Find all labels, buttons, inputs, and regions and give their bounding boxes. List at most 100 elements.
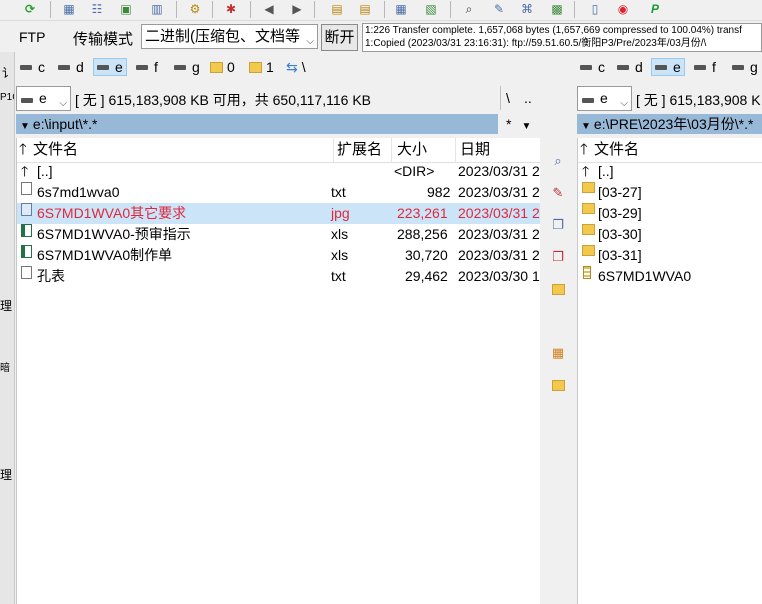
disconnect-button[interactable]: 断开 xyxy=(321,24,358,51)
file-ext: jpg xyxy=(331,205,350,221)
table-row[interactable]: 🡑 [..] xyxy=(578,161,762,182)
column-divider xyxy=(455,138,456,162)
select-icon[interactable]: ⚙ xyxy=(184,0,206,18)
file-date: 2023/03/31 2 xyxy=(458,205,540,221)
root-button[interactable]: \ xyxy=(506,90,510,106)
tree-icon[interactable]: ☷ xyxy=(86,0,108,18)
background-window-edge: 讠 P1C 理 暗 理 xyxy=(0,52,15,604)
parent-button[interactable]: .. xyxy=(524,90,532,106)
column-ext[interactable]: 扩展名 xyxy=(337,138,382,162)
chevron-down-icon: ▼ xyxy=(20,121,30,132)
column-size[interactable]: 大小 xyxy=(397,138,427,162)
table-row[interactable]: [03-27] xyxy=(578,182,762,203)
folder-icon xyxy=(551,283,565,295)
column-date[interactable]: 日期 xyxy=(460,138,490,162)
chevron-down-icon: ⌵ xyxy=(620,98,628,109)
table-row[interactable]: 6S7MD1WVA0-预审指示 xls 288,256 2023/03/31 2 xyxy=(17,224,540,245)
right-drive-button-g[interactable]: g xyxy=(732,58,758,76)
column-divider xyxy=(391,138,392,162)
file-name: 6S7MD1WVA0其它要求 xyxy=(37,205,187,221)
table-row[interactable]: 6S7MD1WVA0 xyxy=(578,266,762,287)
bookmark-icon[interactable]: ✱ xyxy=(220,0,242,18)
table-row[interactable]: 6s7md1wva0 txt 982 2023/03/31 2 xyxy=(17,182,540,203)
ftp-log[interactable]: 1:226 Transfer complete. 1,657,068 bytes… xyxy=(362,23,762,52)
pack-icon[interactable]: ▦ xyxy=(549,344,567,362)
file-size: 223,261 xyxy=(397,205,448,221)
new-folder-plus-icon[interactable] xyxy=(549,376,567,394)
drive-button-d[interactable]: d xyxy=(58,58,84,76)
text-file-icon xyxy=(21,182,32,195)
chevron-down-icon: ⌵ xyxy=(304,30,314,48)
network-icon[interactable]: ⌘ xyxy=(516,0,538,18)
copy-icon[interactable]: ❐ xyxy=(549,216,567,234)
log-line: 1:226 Transfer complete. 1,657,068 bytes… xyxy=(365,25,742,36)
move-icon[interactable]: ❐ xyxy=(549,248,567,266)
excel-file-icon xyxy=(21,224,32,237)
left-path-bar[interactable]: ▼ e:\input\*.* xyxy=(16,114,498,134)
column-name[interactable]: 文件名 xyxy=(594,138,639,162)
right-drive-button-e[interactable]: e xyxy=(651,58,685,76)
parking-icon[interactable]: P xyxy=(644,0,666,18)
table-row[interactable]: 🡑 [..] <DIR> 2023/03/31 2 xyxy=(17,161,540,182)
compare-icon[interactable]: ▦ xyxy=(390,0,412,18)
notepad-icon[interactable]: ▩ xyxy=(546,0,568,18)
drive-button-0[interactable]: 0 xyxy=(210,58,235,76)
drive-button-g[interactable]: g xyxy=(174,58,200,76)
file-name: [..] xyxy=(37,163,53,179)
left-file-panel[interactable]: 🡑 文件名 扩展名 大小 日期 🡑 [..] <DIR> 2023/03/31 … xyxy=(16,138,540,604)
chrome-icon[interactable]: ◉ xyxy=(612,0,634,18)
file-name: 6S7MD1WVA0 xyxy=(598,268,692,284)
multi-rename-icon[interactable]: ✎ xyxy=(488,0,510,18)
copy-icon[interactable]: ▯ xyxy=(584,0,606,18)
right-drive-button-f[interactable]: f xyxy=(694,58,716,76)
edit-icon[interactable]: ✎ xyxy=(549,184,567,202)
table-row[interactable]: [03-29] xyxy=(578,203,762,224)
refresh-icon[interactable]: ⟳ xyxy=(19,0,41,18)
table-row[interactable]: 孔表 txt 29,462 2023/03/30 1 xyxy=(17,266,540,287)
table-row[interactable]: [03-31] xyxy=(578,245,762,266)
column-divider xyxy=(333,138,334,162)
table-row[interactable]: [03-30] xyxy=(578,224,762,245)
right-drive-button-c[interactable]: c xyxy=(580,58,605,76)
table-row-selected[interactable]: 6S7MD1WVA0其它要求 jpg 223,261 2023/03/31 2 xyxy=(17,203,540,224)
left-drive-select[interactable]: e ⌵ xyxy=(16,86,71,111)
unpack-icon[interactable]: ▤ xyxy=(354,0,376,18)
drive-button-f[interactable]: f xyxy=(136,58,158,76)
pack-icon[interactable]: ▤ xyxy=(326,0,348,18)
file-ext: xls xyxy=(331,226,349,242)
right-drive-button-d[interactable]: d xyxy=(617,58,643,76)
toolbar-separator xyxy=(212,1,213,18)
filter-button[interactable]: * ▼ xyxy=(506,116,531,132)
drive-button-e[interactable]: e xyxy=(93,58,127,76)
find-icon[interactable]: ⌕ xyxy=(458,0,480,18)
chevron-down-icon: ▼ xyxy=(521,121,532,132)
right-file-panel[interactable]: 🡑 文件名 🡑 [..] [03-27] [03-29] [03-30] [03… xyxy=(577,138,762,604)
folder-icon xyxy=(551,379,565,391)
folder-compare-icon[interactable]: ▥ xyxy=(146,0,168,18)
new-folder-icon[interactable] xyxy=(549,280,567,298)
sync-icon[interactable]: ▧ xyxy=(420,0,442,18)
folder-icon xyxy=(210,61,223,73)
right-column-header: 🡑 文件名 xyxy=(578,138,762,163)
drive-button-c[interactable]: c xyxy=(20,58,45,76)
file-date: 2023/03/30 1 xyxy=(458,268,540,284)
view-icon[interactable]: ⌕ xyxy=(549,152,567,170)
left-path-text: e:\input\*.* xyxy=(32,116,98,132)
table-row[interactable]: 6S7MD1WVA0制作单 xls 30,720 2023/03/31 2 xyxy=(17,245,540,266)
file-name: [..] xyxy=(598,163,614,179)
drive-button-network[interactable]: ⇆ \ xyxy=(286,58,306,76)
left-free-space: [ 无 ] 615,183,908 KB 可用，共 650,117,116 KB xyxy=(75,92,371,108)
back-icon[interactable]: ◀ xyxy=(258,0,280,18)
picture-icon[interactable]: ▣ xyxy=(115,0,137,18)
drive-button-1[interactable]: 1 xyxy=(249,58,274,76)
file-ext: txt xyxy=(331,268,346,284)
grid-icon[interactable]: ▦ xyxy=(58,0,80,18)
drive-letter: 0 xyxy=(227,59,235,75)
column-name[interactable]: 文件名 xyxy=(33,138,78,162)
transfer-mode-select[interactable]: 二进制(压缩包、文档等 ⌵ xyxy=(141,24,318,49)
right-drive-select[interactable]: e ⌵ xyxy=(577,86,632,111)
forward-icon[interactable]: ▶ xyxy=(286,0,308,18)
up-dir-icon: 🡑 xyxy=(582,163,590,179)
edge-text: 讠 xyxy=(2,66,15,80)
right-path-bar[interactable]: ▼ e:\PRE\2023年\03月份\*.* xyxy=(577,114,762,134)
